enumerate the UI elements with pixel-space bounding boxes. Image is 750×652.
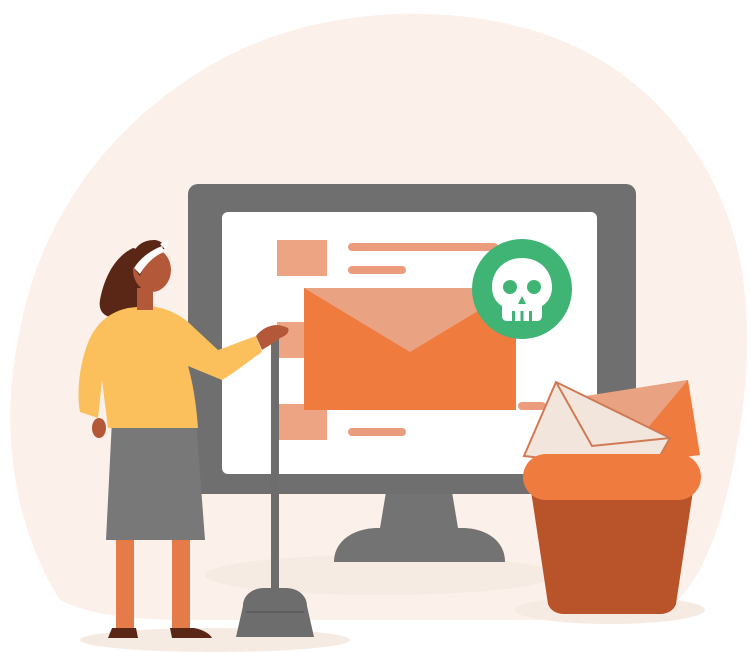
content-line <box>348 266 406 274</box>
content-line <box>348 243 498 251</box>
email-security-illustration <box>10 13 748 652</box>
shoe-left <box>108 628 138 638</box>
skirt <box>106 420 205 540</box>
trash-bin-icon <box>522 380 701 614</box>
broom-handle <box>271 336 279 594</box>
leg-right <box>172 532 190 632</box>
skull-badge <box>472 239 572 339</box>
bin-rim <box>523 454 701 500</box>
monitor-base <box>334 528 505 562</box>
content-block <box>277 240 327 276</box>
leg-left <box>116 532 134 632</box>
bin-body <box>530 484 694 614</box>
content-line <box>348 428 406 436</box>
content-line <box>518 402 546 410</box>
hand-hip <box>92 418 106 438</box>
